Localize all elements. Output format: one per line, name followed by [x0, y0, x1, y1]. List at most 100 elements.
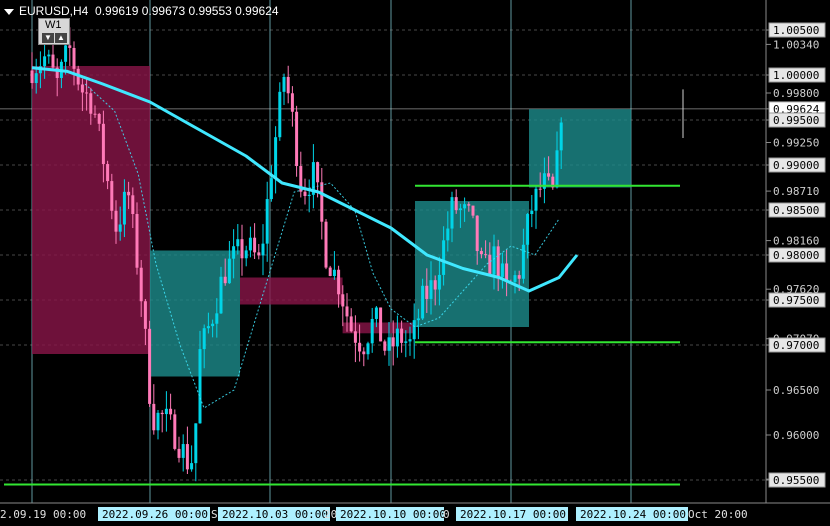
price-label: 0.99250 — [773, 137, 819, 150]
candle-body — [366, 343, 370, 355]
candle-body — [240, 239, 244, 259]
candle-body — [122, 191, 126, 225]
candle-body — [332, 269, 336, 277]
price-label: 1.00340 — [773, 38, 819, 51]
candle-body — [198, 349, 202, 424]
candle-body — [467, 204, 471, 206]
candle-body — [290, 93, 294, 112]
candle-body — [206, 326, 210, 329]
candle-body — [358, 342, 362, 352]
arrow-up-icon[interactable]: ▲ — [55, 33, 67, 43]
candle-body — [307, 194, 311, 197]
candle-body — [261, 243, 265, 256]
candle-body — [265, 199, 269, 244]
candle-body — [223, 276, 227, 284]
candle-body — [395, 328, 399, 347]
candle-body — [156, 412, 160, 431]
candle-body — [106, 164, 110, 182]
candle-body — [526, 214, 530, 245]
candle-body — [269, 178, 273, 200]
candle-body — [80, 84, 84, 93]
time-label: 2022.10.10 00:00 — [340, 508, 446, 521]
candle-body — [492, 246, 496, 275]
symbol-title: EURUSD,H4 — [19, 4, 89, 18]
price-chart[interactable]: 1.005001.003401.000000.998000.996240.995… — [0, 0, 830, 526]
candle-body — [135, 214, 139, 268]
candle-body — [316, 162, 320, 183]
price-label: 0.95500 — [773, 474, 819, 487]
candle-body — [173, 414, 177, 449]
candle-body — [303, 191, 307, 197]
candle-body — [488, 254, 492, 275]
price-label: 0.99800 — [773, 87, 819, 100]
timeframe-label: W1 — [45, 19, 62, 31]
time-label: S — [211, 508, 218, 521]
candle-body — [30, 70, 34, 84]
candle-body — [555, 150, 559, 188]
candle-body — [370, 318, 374, 344]
candle-body — [429, 280, 433, 299]
candle-body — [181, 444, 185, 458]
candle-body — [232, 246, 236, 259]
candle-body — [391, 337, 395, 347]
time-label: 2022.10.24 00:00 — [580, 508, 686, 521]
price-label: 0.96500 — [773, 384, 819, 397]
timeframe-widget[interactable]: W1 ▼ ▲ — [38, 18, 70, 45]
candle-body — [458, 208, 462, 211]
candle-body — [433, 280, 437, 290]
candle-body — [454, 197, 458, 211]
candle-body — [164, 408, 168, 415]
time-label: 2022.10.03 00:00 — [222, 508, 328, 521]
candle-body — [400, 328, 404, 343]
candle-body — [559, 122, 563, 151]
candle-body — [257, 252, 261, 256]
candle-body — [442, 240, 446, 275]
arrow-down-icon[interactable]: ▼ — [42, 33, 54, 43]
candle-body — [479, 251, 483, 255]
candle-body — [328, 267, 332, 277]
candle-body — [101, 123, 105, 165]
candle-body — [43, 56, 47, 67]
price-label: 0.99000 — [773, 159, 819, 172]
candle-body — [215, 313, 219, 324]
candle-body — [517, 275, 521, 279]
candle-body — [412, 320, 416, 340]
candle-body — [278, 91, 282, 138]
price-label: 0.99500 — [773, 114, 819, 127]
candle-body — [362, 351, 366, 355]
candle-body — [169, 408, 173, 415]
candle-body — [68, 45, 72, 48]
candle-body — [484, 254, 488, 256]
candle-body — [345, 306, 349, 317]
collapse-triangle-icon[interactable] — [4, 8, 14, 15]
price-label: 0.97500 — [773, 294, 819, 307]
price-label: 0.98000 — [773, 249, 819, 262]
candle-body — [93, 113, 97, 115]
candle-body — [416, 318, 420, 321]
candle-body — [282, 76, 286, 92]
candle-body — [387, 337, 391, 351]
candle-body — [349, 316, 353, 332]
chart-header: EURUSD,H4 0.99619 0.99673 0.99553 0.9962… — [4, 4, 279, 18]
time-label: 2022.09.26 00:00 — [102, 508, 208, 521]
candle-body — [353, 331, 357, 343]
time-label: 2022.10.17 00:00 — [460, 508, 566, 521]
candle-body — [286, 76, 290, 94]
price-label: 0.96000 — [773, 429, 819, 442]
candle-body — [177, 448, 181, 458]
bear-zone — [342, 322, 415, 334]
candle-body — [521, 244, 525, 279]
price-label: 0.97000 — [773, 339, 819, 352]
candle-body — [383, 341, 387, 351]
time-label: Oct 20:00 — [688, 508, 748, 521]
candle-body — [379, 307, 383, 342]
candle-body — [253, 237, 257, 253]
candle-body — [421, 285, 425, 319]
bull-zone — [150, 250, 240, 377]
candle-body — [160, 412, 164, 415]
candle-body — [425, 285, 429, 299]
candle-body — [437, 274, 441, 290]
price-label: 1.00500 — [773, 24, 819, 37]
candle-body — [547, 173, 551, 177]
candle-body — [450, 197, 454, 229]
